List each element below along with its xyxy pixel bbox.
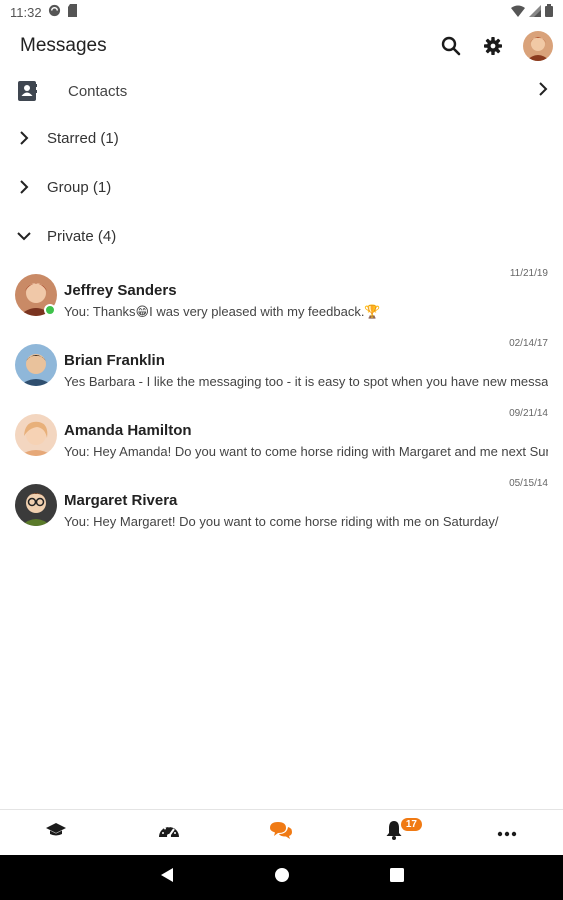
gear-icon[interactable]	[481, 34, 505, 58]
nav-more[interactable]	[450, 810, 563, 856]
conversation-date: 05/15/14	[509, 478, 548, 489]
avatar	[15, 344, 57, 386]
online-status-dot	[44, 304, 56, 316]
group-starred[interactable]: Starred (1)	[0, 122, 563, 154]
status-time: 11:32	[10, 4, 42, 20]
conversation-item[interactable]: 02/14/17 Brian Franklin Yes Barbara - I …	[0, 338, 563, 404]
conversation-date: 09/21/14	[509, 408, 548, 419]
conversation-name: Brian Franklin	[64, 352, 165, 369]
dashboard-gauge-icon	[158, 821, 180, 844]
app-bar: Messages	[0, 26, 563, 66]
sync-icon	[48, 4, 61, 20]
battery-icon	[545, 4, 553, 20]
group-label: Group (1)	[47, 178, 112, 196]
chevron-right-icon	[16, 179, 32, 195]
nav-messages[interactable]	[225, 810, 338, 856]
conversation-item[interactable]: 11/21/19 Jeffrey Sanders You: Thanks😁I w…	[0, 268, 563, 334]
conversation-item[interactable]: 05/15/14 Margaret Rivera You: Hey Margar…	[0, 478, 563, 544]
group-private[interactable]: Private (4)	[0, 220, 563, 252]
contacts-book-icon	[16, 80, 38, 102]
contacts-row[interactable]: Contacts	[0, 72, 563, 110]
home-icon[interactable]	[274, 867, 290, 888]
notifications-badge: 17	[400, 817, 422, 831]
avatar	[15, 484, 57, 526]
chevron-right-icon	[537, 81, 549, 101]
chevron-down-icon	[16, 228, 32, 244]
signal-icon	[529, 4, 541, 20]
conversation-name: Amanda Hamilton	[64, 422, 192, 439]
chevron-right-icon	[16, 130, 32, 146]
conversation-date: 11/21/19	[509, 268, 548, 279]
nav-notifications[interactable]: 17	[338, 810, 451, 856]
search-icon[interactable]	[439, 34, 463, 58]
conversation-preview: You: Thanks😁I was very pleased with my f…	[64, 304, 381, 319]
bottom-nav: 17	[0, 809, 563, 855]
recents-icon[interactable]	[389, 868, 404, 887]
group-label: Private (4)	[47, 227, 117, 245]
more-dots-icon	[497, 824, 517, 842]
graduation-cap-icon	[45, 822, 67, 843]
contacts-label: Contacts	[68, 82, 128, 100]
nav-courses[interactable]	[0, 810, 113, 856]
conversation-name: Margaret Rivera	[64, 492, 178, 509]
conversation-item[interactable]: 09/21/14 Amanda Hamilton You: Hey Amanda…	[0, 408, 563, 474]
sd-card-icon	[67, 4, 78, 20]
page-title: Messages	[20, 35, 107, 56]
conversation-preview: Yes Barbara - I like the messaging too -…	[64, 374, 548, 389]
avatar	[15, 414, 57, 456]
user-avatar[interactable]	[523, 31, 553, 61]
conversation-preview: You: Hey Margaret! Do you want to come h…	[64, 514, 499, 529]
group-label: Starred (1)	[47, 129, 119, 147]
conversation-name: Jeffrey Sanders	[64, 282, 177, 299]
nav-dashboard[interactable]	[113, 810, 226, 856]
group-group[interactable]: Group (1)	[0, 171, 563, 203]
chat-bubbles-icon	[269, 821, 293, 844]
system-nav-bar	[0, 855, 563, 900]
conversation-date: 02/14/17	[509, 338, 548, 349]
conversation-preview: You: Hey Amanda! Do you want to come hor…	[64, 444, 548, 459]
wifi-icon	[511, 5, 525, 20]
status-bar: 11:32	[0, 0, 563, 24]
back-icon[interactable]	[160, 867, 174, 888]
